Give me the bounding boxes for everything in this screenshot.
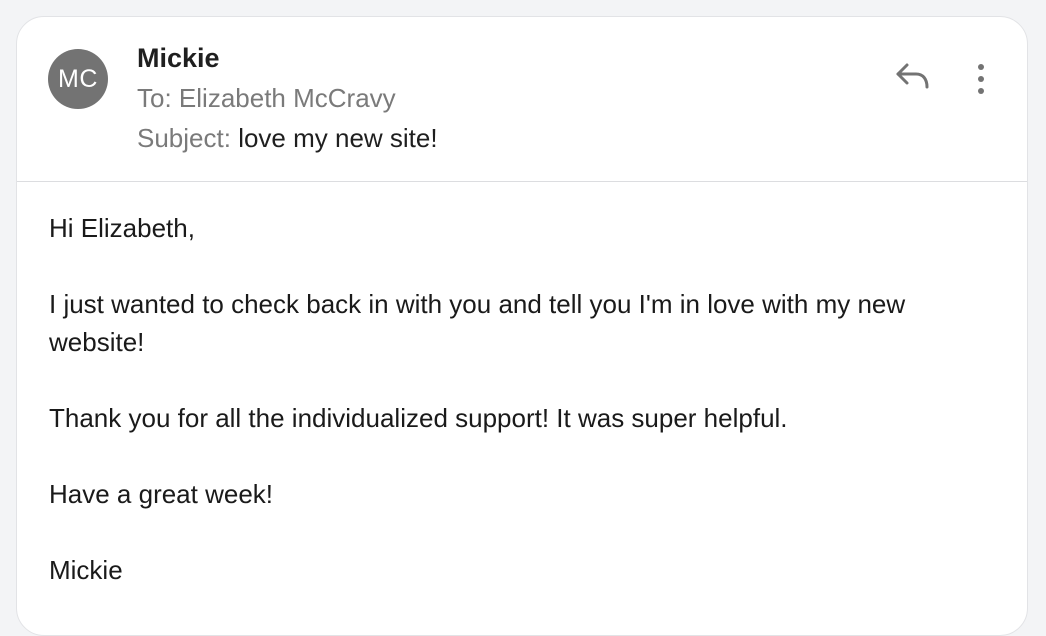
recipient-line: To: Elizabeth McCravy xyxy=(137,83,396,114)
email-header: MC Mickie To: Elizabeth McCravy Subject:… xyxy=(17,17,1027,182)
more-vertical-icon xyxy=(978,64,984,94)
sender-avatar[interactable]: MC xyxy=(48,49,108,109)
email-paragraph: I just wanted to check back in with you … xyxy=(49,289,906,357)
email-paragraph: Have a great week! xyxy=(49,479,274,509)
recipient-name[interactable]: Elizabeth McCravy xyxy=(179,83,396,113)
sender-name[interactable]: Mickie xyxy=(137,43,220,74)
reply-icon xyxy=(896,63,929,89)
email-body: Hi Elizabeth, I just wanted to check bac… xyxy=(49,209,989,627)
subject-line: Subject: love my new site! xyxy=(137,123,438,154)
email-greeting: Hi Elizabeth, xyxy=(49,213,195,243)
more-options-button[interactable] xyxy=(969,61,993,97)
subject-value: love my new site! xyxy=(238,123,438,153)
to-label: To: xyxy=(137,83,172,113)
email-signature: Mickie xyxy=(49,555,123,585)
email-paragraph: Thank you for all the individualized sup… xyxy=(49,403,788,433)
reply-button[interactable] xyxy=(893,59,933,95)
subject-label: Subject: xyxy=(137,123,231,153)
email-message-card: MC Mickie To: Elizabeth McCravy Subject:… xyxy=(16,16,1028,636)
